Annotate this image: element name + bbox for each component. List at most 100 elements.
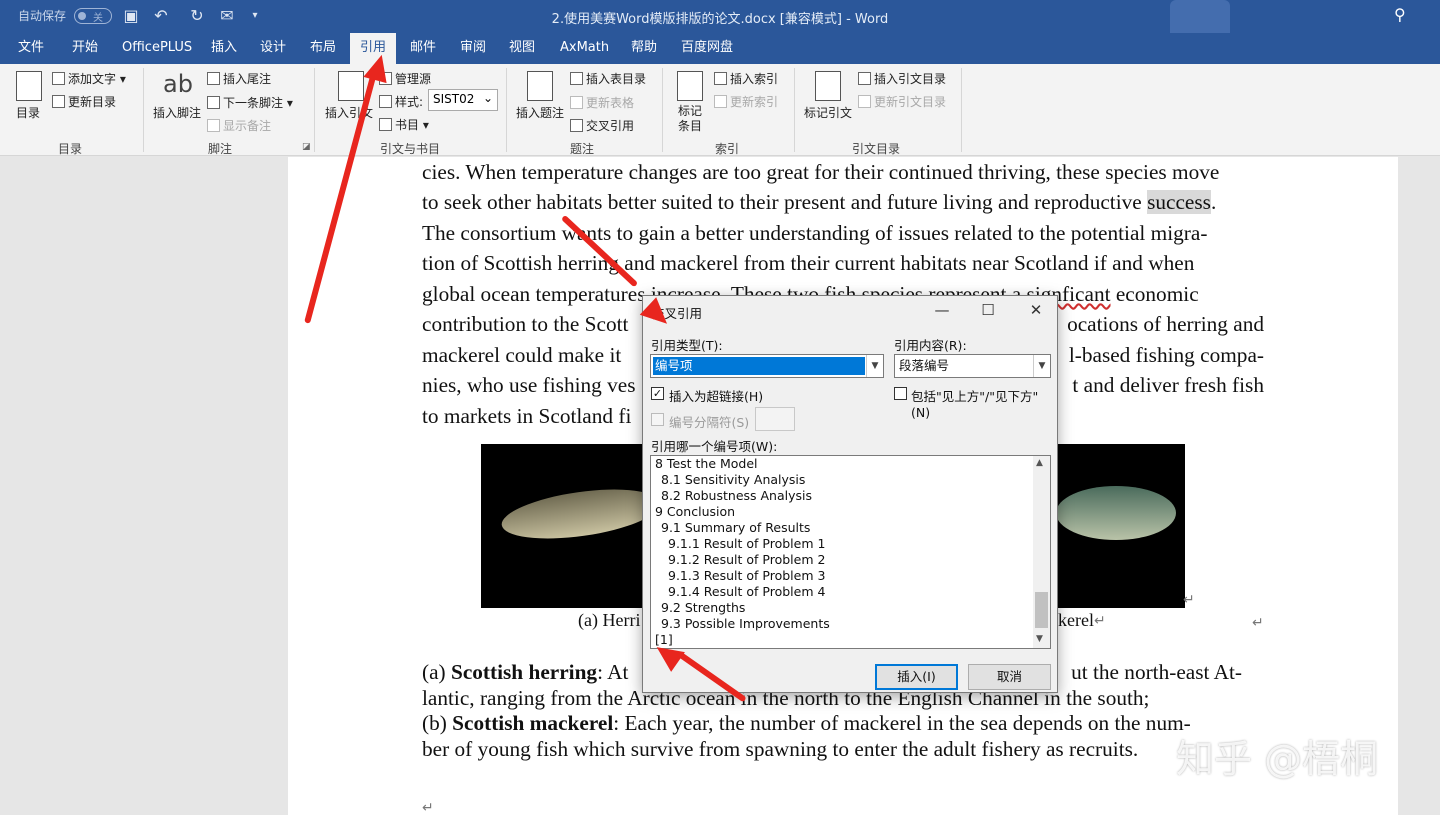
add-text-button[interactable]: 添加文字 ▾: [52, 70, 126, 87]
cancel-button[interactable]: 取消: [968, 664, 1051, 690]
insert-hyperlink-checkbox[interactable]: ✓: [651, 387, 664, 400]
update-table-button[interactable]: 更新表格: [570, 94, 634, 111]
endnote-icon: [207, 72, 220, 85]
mark-entry-button[interactable]: 标记条目: [678, 104, 704, 134]
bullet-b-line2: ber of young fish which survive from spa…: [422, 737, 1139, 761]
insert-endnote-button[interactable]: 插入尾注: [207, 70, 271, 87]
number-separator-checkbox[interactable]: [651, 413, 664, 426]
toc-button[interactable]: 目录: [16, 104, 40, 121]
paragraph-line-right: l-based fishing compa-: [1068, 343, 1264, 367]
customize-qat-icon[interactable]: ▾: [244, 5, 266, 27]
tab-file[interactable]: 文件: [8, 33, 54, 64]
autosave-toggle[interactable]: 关: [74, 8, 112, 24]
save-icon[interactable]: ▣: [120, 5, 142, 27]
watermark: 知乎 @梧桐: [1176, 737, 1379, 781]
undo-icon[interactable]: ↶: [150, 5, 172, 27]
tab-help[interactable]: 帮助: [621, 33, 667, 64]
list-item[interactable]: 8 Test the Model: [655, 456, 758, 472]
insert-caption-button[interactable]: 插入题注: [516, 104, 564, 121]
paragraph-line: tion of Scottish herring and mackerel fr…: [422, 251, 1195, 275]
minimize-icon[interactable]: —: [931, 301, 953, 319]
bibliography-icon: [379, 118, 392, 131]
insert-index-icon: [714, 72, 727, 85]
update-toc-icon: [52, 95, 65, 108]
ref-type-select[interactable]: 编号项 ▼: [650, 354, 884, 378]
chevron-down-icon: ▼: [866, 355, 883, 377]
include-above-below-checkbox[interactable]: [894, 387, 907, 400]
bibliography-label: 书目: [395, 118, 420, 132]
bullet-rest: : At: [597, 660, 629, 684]
scroll-down-icon[interactable]: ▼: [1036, 634, 1043, 644]
email-icon[interactable]: ✉: [216, 5, 238, 27]
list-scrollbar[interactable]: ▲ ▼: [1033, 456, 1050, 648]
add-text-label: 添加文字: [68, 72, 117, 86]
cross-reference-button[interactable]: 交叉引用: [570, 117, 634, 134]
list-item[interactable]: 9.1.4 Result of Problem 4: [668, 584, 825, 600]
tab-view[interactable]: 视图: [499, 33, 545, 64]
ribbon-separator: [314, 68, 315, 152]
line-text: economic: [1115, 282, 1199, 306]
list-item[interactable]: 9.1.2 Result of Problem 2: [668, 552, 825, 568]
insert-footnote-button[interactable]: 插入脚注: [153, 104, 201, 121]
update-table-icon: [570, 96, 583, 109]
paragraph-line: The consortium wants to gain a better un…: [422, 221, 1208, 245]
tab-review[interactable]: 审阅: [450, 33, 496, 64]
paragraph-line: contribution to the Scott: [422, 312, 629, 336]
citation-style-select[interactable]: SIST02 ⌄: [428, 89, 498, 111]
tab-insert[interactable]: 插入: [201, 33, 247, 64]
close-icon[interactable]: ✕: [1025, 301, 1047, 319]
toggle-knob: [78, 12, 86, 20]
insert-toa-button[interactable]: 插入引文目录: [858, 70, 946, 87]
mark-citation-button[interactable]: 标记引文: [804, 104, 852, 121]
list-item[interactable]: 9.3 Possible Improvements: [661, 616, 830, 632]
ref-content-select[interactable]: 段落编号 ▼: [894, 354, 1051, 378]
show-notes-button[interactable]: 显示备注: [207, 117, 271, 134]
table-figures-icon: [570, 72, 583, 85]
redo-icon[interactable]: ↻: [186, 5, 208, 27]
insert-button[interactable]: 插入(I): [875, 664, 958, 690]
list-item[interactable]: 9.1.3 Result of Problem 3: [668, 568, 825, 584]
figure-caption-right: kerel: [1058, 610, 1094, 630]
update-toc-button[interactable]: 更新目录: [52, 93, 116, 110]
update-index-button[interactable]: 更新索引: [714, 93, 778, 110]
update-toc-label: 更新目录: [68, 95, 117, 109]
tab-officeplus[interactable]: OfficePLUS: [112, 33, 202, 64]
mark-citation-icon: [815, 71, 841, 101]
paragraph-line: nies, who use fishing ves: [422, 373, 636, 397]
list-item[interactable]: 9.1.1 Result of Problem 1: [668, 536, 825, 552]
highlighted-word: success: [1147, 190, 1211, 214]
tab-home[interactable]: 开始: [62, 33, 108, 64]
list-item[interactable]: 9.2 Strengths: [661, 600, 745, 616]
tab-axmath[interactable]: AxMath: [550, 33, 619, 64]
maximize-icon[interactable]: ☐: [977, 301, 999, 319]
show-notes-icon: [207, 119, 220, 132]
ref-type-value: 编号项: [653, 357, 865, 375]
tab-design[interactable]: 设计: [250, 33, 296, 64]
insert-toa-label: 插入引文目录: [874, 72, 947, 86]
chevron-down-icon: ▼: [1033, 355, 1050, 377]
paragraph-line: mackerel could make it: [422, 343, 622, 367]
insert-table-figures-button[interactable]: 插入表目录: [570, 70, 646, 87]
figure-caption-left: (a) Herri: [578, 610, 641, 630]
insert-toa-icon: [858, 72, 871, 85]
scroll-thumb[interactable]: [1035, 592, 1048, 628]
insert-index-button[interactable]: 插入索引: [714, 70, 778, 87]
list-item[interactable]: 9.1 Summary of Results: [661, 520, 810, 536]
tab-layout[interactable]: 布局: [300, 33, 346, 64]
tab-baidu[interactable]: 百度网盘: [671, 33, 743, 64]
separator-input[interactable]: [755, 407, 795, 431]
scroll-up-icon[interactable]: ▲: [1036, 458, 1043, 468]
add-text-icon: [52, 72, 65, 85]
list-item[interactable]: 8.1 Sensitivity Analysis: [661, 472, 805, 488]
dialog-launcher-icon[interactable]: ◪: [302, 142, 311, 152]
update-toa-button[interactable]: 更新引文目录: [858, 93, 946, 110]
bibliography-button[interactable]: 书目 ▾: [379, 116, 429, 133]
bullet-prefix: (a): [422, 660, 451, 684]
next-footnote-button[interactable]: 下一条脚注 ▾: [207, 94, 293, 111]
tab-mailings[interactable]: 邮件: [400, 33, 446, 64]
style-label-text: 样式:: [395, 95, 424, 109]
search-icon[interactable]: ⚲: [1394, 5, 1416, 27]
numbered-items-list[interactable]: 8 Test the Model 8.1 Sensitivity Analysi…: [650, 455, 1051, 649]
list-item[interactable]: 9 Conclusion: [655, 504, 735, 520]
list-item[interactable]: 8.2 Robustness Analysis: [661, 488, 812, 504]
